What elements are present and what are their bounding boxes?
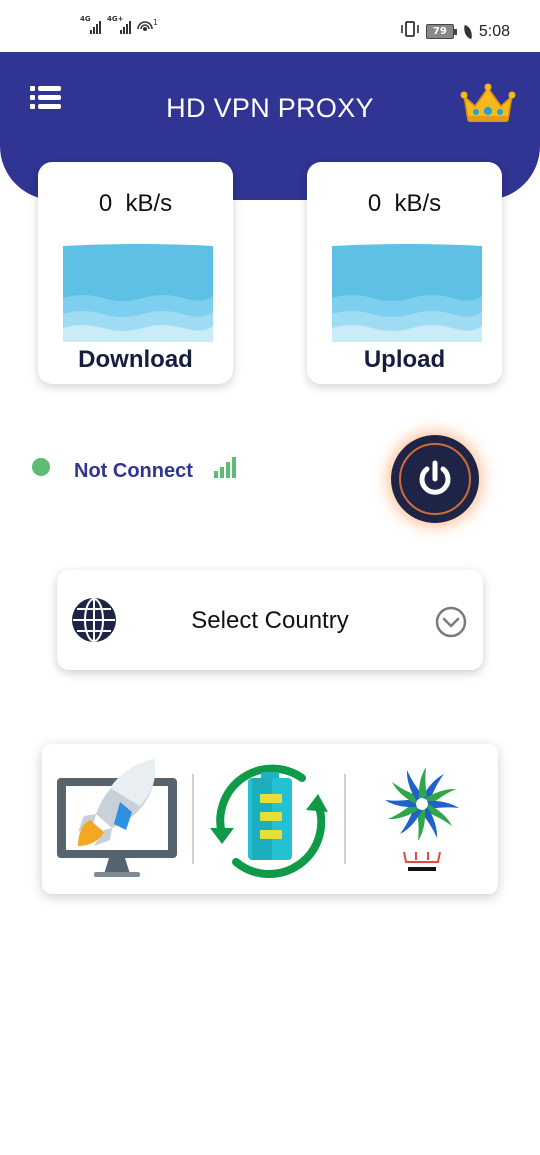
tool-divider	[344, 774, 346, 864]
booster-tool-button[interactable]	[54, 756, 180, 882]
signal-strength-icon	[214, 456, 238, 478]
network-type-1: 4G	[80, 15, 91, 23]
battery-saver-tool-button[interactable]	[208, 758, 330, 882]
upload-wave-graphic	[332, 244, 482, 342]
power-saving-leaf-icon	[461, 24, 475, 39]
select-country-label: Select Country	[191, 607, 349, 634]
status-bar-right: 79 5:08	[400, 20, 510, 43]
chevron-down-circle-icon	[435, 606, 467, 638]
upload-speed-value: 0 kB/s	[367, 190, 442, 217]
download-speed-card: 0 kB/s Download	[38, 162, 233, 384]
tool-divider	[192, 774, 194, 864]
connection-status-text: Not Connect	[74, 460, 193, 482]
cpu-cooler-tool-button[interactable]	[380, 767, 464, 880]
power-icon	[419, 460, 451, 495]
crown-icon[interactable]	[459, 82, 517, 126]
select-country-dropdown[interactable]: Select Country	[57, 570, 483, 670]
rocket-monitor-icon	[57, 759, 177, 877]
cell-signal-2-icon: 4G+	[107, 15, 131, 34]
cell-signal-icon: 4G	[80, 15, 101, 34]
vibrate-icon	[400, 20, 420, 43]
battery-icon: 79	[425, 24, 457, 39]
hotspot-icon: 1	[137, 18, 158, 34]
battery-refresh-icon	[210, 764, 328, 878]
hotspot-badge: 1	[153, 18, 158, 27]
status-bar: 4G 4G+ 1 79 5:08	[0, 0, 540, 52]
battery-level: 79	[425, 24, 454, 39]
network-type-2: 4G+	[107, 15, 124, 23]
download-wave-graphic	[63, 244, 213, 342]
connection-status-dot	[32, 458, 50, 476]
download-speed-value: 0 kB/s	[98, 190, 173, 217]
download-label: Download	[78, 346, 193, 373]
tools-card	[42, 744, 498, 894]
clock: 5:08	[478, 22, 510, 40]
status-bar-left: 4G 4G+ 1	[80, 15, 158, 34]
power-connect-button[interactable]	[391, 435, 479, 523]
upload-label: Upload	[363, 346, 446, 373]
cooler-fan-icon	[385, 767, 459, 871]
upload-speed-card: 0 kB/s Upload	[307, 162, 502, 384]
